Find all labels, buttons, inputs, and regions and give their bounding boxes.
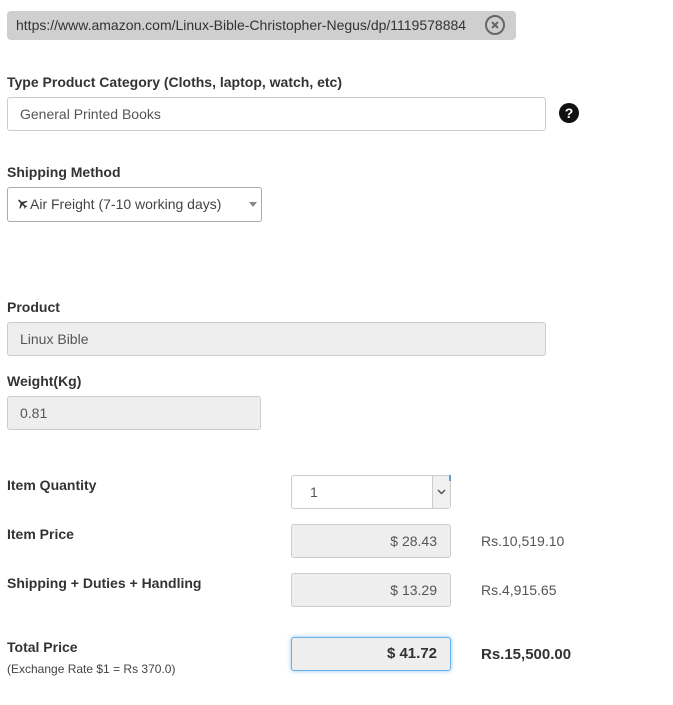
item-price-usd: $ 28.43	[291, 524, 451, 558]
quantity-value: 1	[310, 484, 318, 500]
category-label: Type Product Category (Cloths, laptop, w…	[7, 74, 342, 90]
url-text[interactable]: https://www.amazon.com/Linux-Bible-Chris…	[16, 11, 466, 40]
airplane-icon	[16, 197, 29, 213]
total-price-label: Total Price	[7, 639, 78, 655]
category-input[interactable]: General Printed Books	[7, 97, 546, 131]
circle-x-icon[interactable]	[485, 15, 505, 35]
chevron-down-icon	[249, 202, 257, 207]
product-input[interactable]: Linux Bible	[7, 322, 546, 356]
question-circle-icon[interactable]: ?	[559, 103, 579, 123]
quantity-select[interactable]: 1	[291, 475, 451, 509]
weight-value: 0.81	[20, 405, 48, 421]
category-value: General Printed Books	[20, 106, 161, 122]
quantity-label: Item Quantity	[7, 477, 97, 493]
product-label: Product	[7, 299, 60, 315]
chevron-down-icon[interactable]	[432, 476, 450, 508]
total-price-usd: $ 41.72	[291, 637, 451, 671]
weight-input[interactable]: 0.81	[7, 396, 261, 430]
shipping-cost-label: Shipping + Duties + Handling	[7, 575, 202, 591]
shipping-method-value: Air Freight (7-10 working days)	[30, 196, 222, 212]
focus-accent	[449, 475, 451, 481]
shipping-method-select[interactable]: Air Freight (7-10 working days)	[7, 187, 262, 222]
weight-label: Weight(Kg)	[7, 373, 82, 389]
total-price-lkr: Rs.15,500.00	[481, 646, 572, 663]
item-price-label: Item Price	[7, 526, 74, 542]
shipping-method-label: Shipping Method	[7, 164, 121, 180]
url-bar[interactable]: https://www.amazon.com/Linux-Bible-Chris…	[7, 11, 516, 40]
product-value: Linux Bible	[20, 331, 89, 347]
shipping-cost-usd: $ 13.29	[291, 573, 451, 607]
help-glyph: ?	[564, 105, 574, 121]
item-price-lkr: Rs.10,519.10	[481, 533, 565, 549]
shipping-cost-lkr: Rs.4,915.65	[481, 582, 557, 598]
exchange-rate-note: (Exchange Rate $1 = Rs 370.0)	[7, 662, 176, 676]
